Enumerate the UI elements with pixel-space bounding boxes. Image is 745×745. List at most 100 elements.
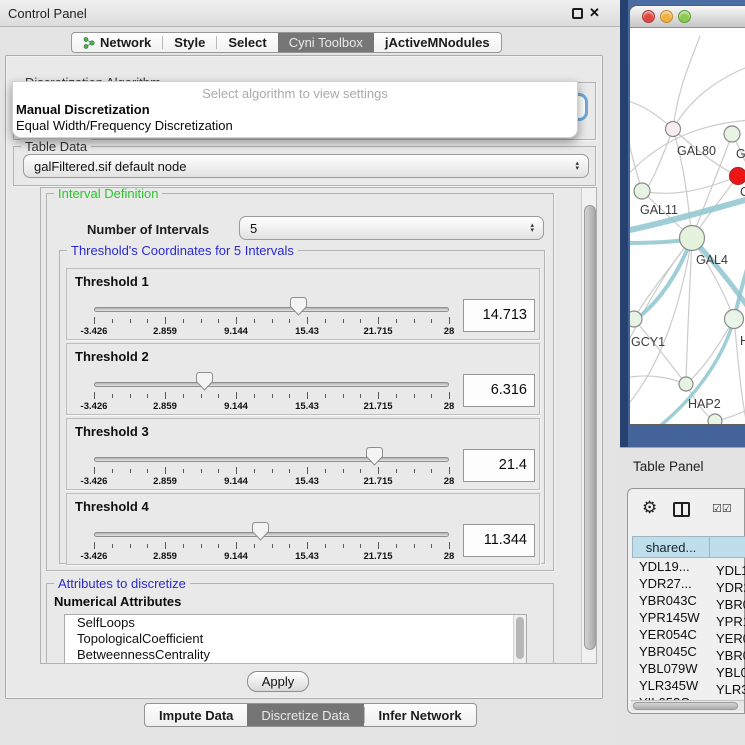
network-node-gal80[interactable]: [666, 122, 681, 137]
threshold-1-value-field[interactable]: 14.713: [463, 299, 535, 332]
close-icon[interactable]: ✕: [589, 5, 600, 21]
tick-mark: [307, 467, 308, 474]
network-node-label: GA: [736, 147, 745, 161]
tick-mark: [201, 469, 202, 473]
network-node-gal4[interactable]: [680, 226, 705, 251]
split-columns-icon[interactable]: [673, 502, 690, 517]
table-data-combo[interactable]: galFiltered.sif default node ▴▾: [23, 154, 589, 178]
network-edge[interactable]: [630, 376, 686, 384]
close-window-icon[interactable]: [642, 10, 655, 23]
table-row[interactable]: YDL19...YDL1: [632, 558, 745, 575]
column-header-name[interactable]: n: [710, 536, 745, 558]
tab-style[interactable]: Style: [163, 33, 216, 52]
popup-item-manual-discretization[interactable]: Manual Discretization: [16, 102, 150, 117]
network-edge[interactable]: [634, 319, 686, 384]
threshold-4-value-field[interactable]: 11.344: [463, 524, 535, 557]
tab-select[interactable]: Select: [217, 33, 277, 52]
tick-mark: [325, 319, 326, 323]
gear-icon[interactable]: ⚙: [642, 498, 657, 518]
slider-track[interactable]: [94, 307, 449, 312]
attribute-list-item[interactable]: SelfLoops: [65, 615, 526, 631]
network-edge[interactable]: [686, 238, 692, 384]
table-row[interactable]: YPR145WYPR1: [632, 609, 745, 626]
horizontal-scrollbar[interactable]: [631, 700, 744, 711]
tick-mark: [130, 394, 131, 398]
threshold-4-label: Threshold 4: [75, 499, 149, 514]
list-scrollbar[interactable]: [513, 615, 526, 664]
tab-infer-network[interactable]: Infer Network: [365, 704, 476, 726]
minimize-window-icon[interactable]: [660, 10, 673, 23]
popup-item-equal-width[interactable]: Equal Width/Frequency Discretization: [16, 118, 233, 133]
zoom-window-icon[interactable]: [678, 10, 691, 23]
network-edge[interactable]: [642, 176, 738, 193]
tab-impute-data[interactable]: Impute Data: [145, 704, 247, 726]
float-window-icon[interactable]: [572, 8, 583, 19]
network-node-node-h[interactable]: [725, 310, 744, 329]
column-header-shared-name[interactable]: shared...: [632, 536, 710, 558]
network-edge[interactable]: [686, 319, 734, 384]
network-node-label: GAL80: [677, 144, 716, 158]
table-row[interactable]: YER054CYER0: [632, 626, 745, 643]
table-panel-title: Table Panel: [633, 459, 704, 474]
slider-track[interactable]: [94, 457, 449, 462]
table-row[interactable]: YBL079WYBL0: [632, 660, 745, 677]
spinner-arrows-icon: ▴▾: [530, 223, 534, 233]
attribute-list-item[interactable]: TopologicalCoefficient: [65, 631, 526, 647]
network-node-gcy1[interactable]: [630, 311, 642, 327]
slider-thumb[interactable]: [366, 447, 383, 466]
horizontal-scrollbar-thumb[interactable]: [633, 702, 738, 710]
network-node-gal11[interactable]: [634, 183, 650, 199]
tick-mark: [254, 319, 255, 323]
vertical-scrollbar-thumb[interactable]: [584, 205, 596, 650]
tick-mark: [94, 542, 95, 549]
interval-definition-title: Interval Definition: [54, 187, 162, 201]
tick-label: 9.144: [224, 551, 248, 562]
network-node-selected-red[interactable]: [730, 168, 745, 185]
slider-track[interactable]: [94, 532, 449, 537]
tick-mark: [414, 544, 415, 548]
apply-button[interactable]: Apply: [247, 671, 309, 692]
vertical-scrollbar[interactable]: [581, 188, 597, 664]
tick-mark: [218, 394, 219, 398]
tick-label: 28: [444, 551, 455, 562]
table-row[interactable]: YBR045CYBR0: [632, 643, 745, 660]
tick-mark: [218, 469, 219, 473]
network-node-hap2[interactable]: [679, 377, 693, 391]
threshold-2-value-field[interactable]: 6.316: [463, 374, 535, 407]
network-window: GAL80GACGAL11GAL4GCY1HHAP2: [629, 5, 745, 425]
table-row[interactable]: YDR27...YDR2: [632, 575, 745, 592]
spinner-arrows-icon: ▴▾: [575, 161, 579, 171]
network-node-node-bottom[interactable]: [708, 414, 722, 425]
tick-mark: [236, 317, 237, 324]
select-columns-icon[interactable]: ☑☑: [712, 502, 732, 515]
table-row[interactable]: YLR345WYLR3: [632, 677, 745, 694]
tick-mark: [112, 394, 113, 398]
tick-mark: [272, 394, 273, 398]
list-scrollbar-thumb[interactable]: [516, 617, 524, 659]
network-node-node-right[interactable]: [724, 126, 740, 142]
table-row[interactable]: YBR043CYBR0: [632, 592, 745, 609]
slider-track[interactable]: [94, 382, 449, 387]
slider-thumb[interactable]: [252, 522, 269, 541]
number-of-intervals-combo[interactable]: 5 ▴▾: [239, 216, 544, 240]
network-edge[interactable]: [673, 68, 745, 129]
network-edge[interactable]: [642, 129, 673, 191]
tab-network-label: Network: [100, 35, 151, 50]
tab-cyni-toolbox[interactable]: Cyni Toolbox: [278, 33, 374, 52]
tick-mark: [325, 544, 326, 548]
slider-thumb[interactable]: [290, 297, 307, 316]
network-window-titlebar[interactable]: [630, 6, 745, 28]
tab-discretize-data[interactable]: Discretize Data: [247, 704, 363, 726]
table-panel-region: Table Panel ⚙ ☑☑ shared... n YDL19...YDL…: [620, 447, 745, 745]
slider-thumb[interactable]: [196, 372, 213, 391]
network-edge[interactable]: [630, 128, 642, 191]
tick-label: 15.43: [295, 326, 319, 337]
network-edge[interactable]: [673, 36, 700, 129]
network-canvas[interactable]: GAL80GACGAL11GAL4GCY1HHAP2: [630, 28, 745, 425]
threshold-3-value-field[interactable]: 21.4: [463, 449, 535, 482]
tab-jactivemnodules[interactable]: jActiveMNodules: [374, 33, 501, 52]
table-data-group: Table Data galFiltered.sif default node …: [13, 146, 596, 186]
tab-network[interactable]: Network: [72, 33, 162, 52]
attribute-list-item[interactable]: BetweennessCentrality: [65, 647, 526, 663]
tick-mark: [289, 469, 290, 473]
